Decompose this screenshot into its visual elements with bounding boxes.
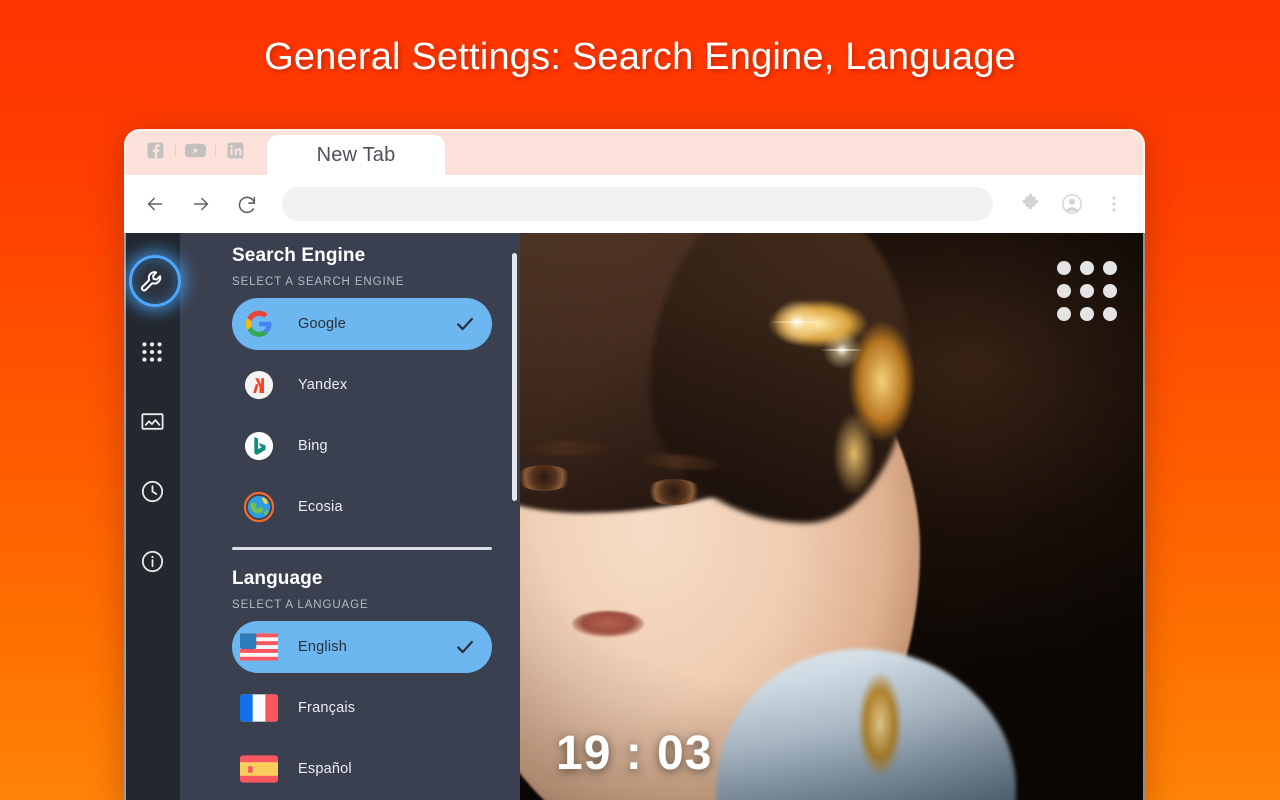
option-label: Bing bbox=[298, 438, 328, 454]
search-engine-option-bing[interactable]: Bing bbox=[232, 420, 492, 472]
search-engine-heading: Search Engine bbox=[232, 245, 366, 266]
settings-scroll-area[interactable]: Search Engine SELECT A SEARCH ENGINE Goo… bbox=[180, 233, 520, 800]
apps-grid-icon[interactable] bbox=[1057, 261, 1117, 321]
tab-new-tab[interactable]: New Tab bbox=[267, 135, 445, 175]
sidebar-item-history[interactable] bbox=[126, 459, 178, 529]
new-tab-canvas: 19 : 03 bbox=[520, 233, 1145, 800]
back-arrow-icon[interactable] bbox=[138, 187, 172, 221]
linkedin-icon[interactable] bbox=[225, 140, 246, 161]
yandex-icon bbox=[240, 366, 278, 404]
clock-display: 19 : 03 bbox=[556, 727, 713, 780]
language-option-espanol[interactable]: Español bbox=[232, 743, 492, 795]
flag-fr-icon bbox=[240, 689, 278, 727]
page-content: Search Engine SELECT A SEARCH ENGINE Goo… bbox=[124, 233, 1145, 800]
wrench-icon bbox=[138, 268, 166, 301]
wallpaper-image bbox=[520, 233, 1145, 800]
option-label: Google bbox=[298, 316, 346, 332]
sidebar-item-wallpaper[interactable] bbox=[126, 389, 178, 459]
tab-strip: New Tab bbox=[124, 129, 1145, 175]
option-label: Français bbox=[298, 700, 356, 716]
browser-toolbar bbox=[124, 175, 1145, 233]
section-divider bbox=[232, 547, 492, 550]
three-dot-menu-icon[interactable] bbox=[1097, 187, 1131, 221]
search-engine-subheading: SELECT A SEARCH ENGINE bbox=[232, 276, 405, 288]
search-engine-option-google[interactable]: Google bbox=[232, 298, 492, 350]
tab-label: New Tab bbox=[316, 143, 396, 166]
sidebar-item-settings[interactable] bbox=[126, 249, 181, 319]
forward-arrow-icon[interactable] bbox=[184, 187, 218, 221]
option-label: Yandex bbox=[298, 377, 348, 393]
sidebar-item-about[interactable] bbox=[126, 529, 178, 599]
language-option-francais[interactable]: Français bbox=[232, 682, 492, 734]
bing-icon bbox=[240, 427, 278, 465]
language-subheading: SELECT A LANGUAGE bbox=[232, 599, 369, 611]
grid-dots-icon bbox=[139, 339, 165, 370]
clock-icon bbox=[139, 478, 166, 510]
ecosia-icon bbox=[240, 488, 278, 526]
settings-panel: Search Engine SELECT A SEARCH ENGINE Goo… bbox=[180, 233, 520, 800]
info-circle-icon bbox=[139, 548, 166, 580]
option-label: English bbox=[298, 639, 347, 655]
language-option-english[interactable]: English bbox=[232, 621, 492, 673]
bookmark-separator bbox=[175, 144, 176, 157]
bookmark-separator bbox=[215, 144, 216, 157]
image-icon bbox=[139, 408, 166, 440]
page-title: General Settings: Search Engine, Languag… bbox=[264, 36, 1016, 78]
option-label: Ecosia bbox=[298, 499, 343, 515]
language-heading: Language bbox=[232, 568, 323, 589]
flag-us-icon bbox=[240, 628, 278, 666]
option-label: Español bbox=[298, 761, 352, 777]
settings-scrollbar[interactable] bbox=[512, 253, 517, 501]
facebook-icon[interactable] bbox=[145, 140, 166, 161]
youtube-icon[interactable] bbox=[185, 140, 206, 161]
check-icon bbox=[454, 313, 476, 335]
account-circle-icon[interactable] bbox=[1055, 187, 1089, 221]
reload-icon[interactable] bbox=[230, 187, 264, 221]
sidebar-rail bbox=[124, 233, 181, 800]
flag-es-icon bbox=[240, 750, 278, 788]
address-bar-input[interactable] bbox=[282, 187, 993, 221]
search-engine-option-yandex[interactable]: Yandex bbox=[232, 359, 492, 411]
browser-window: New Tab Search Engine SELECT A SEARCH EN… bbox=[124, 129, 1145, 800]
bookmark-bar bbox=[138, 129, 253, 175]
google-icon bbox=[240, 305, 278, 343]
search-engine-option-ecosia[interactable]: Ecosia bbox=[232, 481, 492, 533]
sidebar-item-apps[interactable] bbox=[126, 319, 178, 389]
check-icon bbox=[454, 636, 476, 658]
puzzle-piece-icon[interactable] bbox=[1013, 187, 1047, 221]
